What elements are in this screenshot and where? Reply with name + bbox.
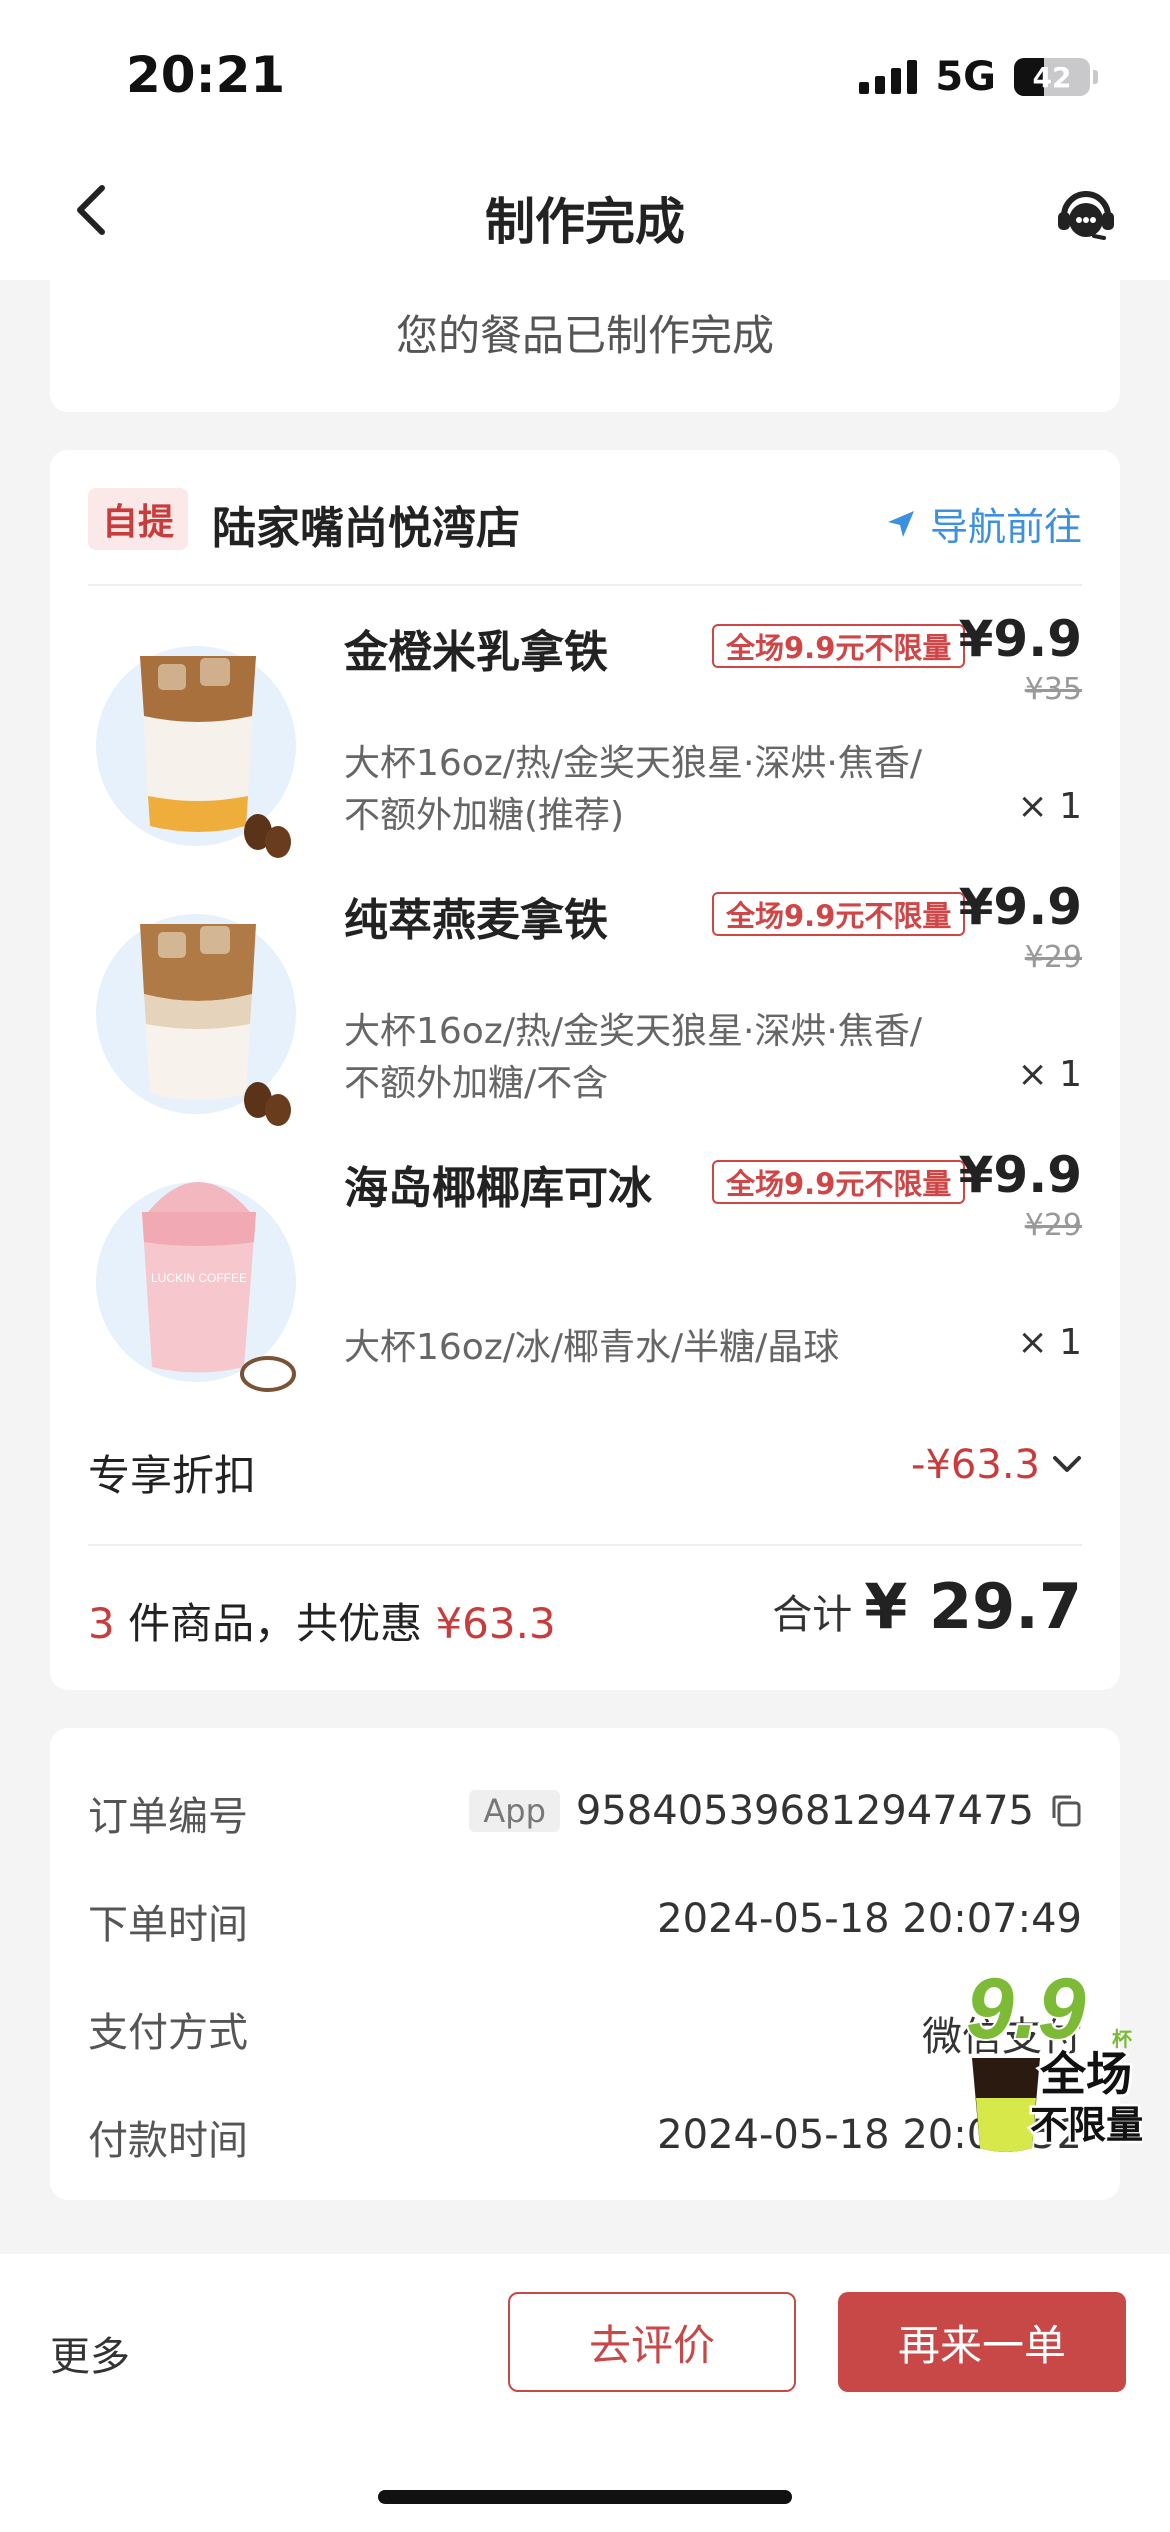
navigate-button[interactable]: 导航前往	[886, 496, 1082, 551]
promo-badge-price: 9.9	[966, 1961, 1086, 2057]
item-count-suffix: 件商品，共优惠	[114, 1599, 436, 1648]
saved-amount: ¥63.3	[435, 1599, 556, 1648]
product-item[interactable]: 纯萃燕麦拿铁 全场9.9元不限量 ¥9.9 ¥29 大杯16oz/热/金奖天狼星…	[50, 878, 1120, 1152]
spec-line: 大杯16oz/热/金奖天狼星·深烘·焦香/	[344, 743, 923, 784]
total-amount: ¥ 29.7	[864, 1570, 1082, 1643]
status-bar: 20:21 5G 42	[0, 0, 1170, 140]
review-button[interactable]: 去评价	[508, 2292, 796, 2392]
product-quantity: × 1	[1017, 786, 1082, 827]
discount-value: -¥63.3	[911, 1442, 1040, 1488]
bottom-action-bar: 更多 去评价 再来一单	[0, 2254, 1170, 2532]
network-type: 5G	[935, 54, 996, 100]
product-name: 纯萃燕麦拿铁	[344, 895, 608, 946]
home-indicator[interactable]	[378, 2490, 792, 2504]
battery-icon: 42	[1014, 58, 1098, 96]
store-name: 陆家嘴尚悦湾店	[212, 503, 520, 554]
battery-level: 42	[1032, 60, 1072, 94]
status-message: 您的餐品已制作完成	[395, 311, 774, 360]
order-info-card: 订单编号 App 958405396812947475 下单时间 2024-05…	[50, 1728, 1120, 2200]
reorder-button[interactable]: 再来一单	[838, 2292, 1126, 2392]
product-item[interactable]: 金橙米乳拿铁 全场9.9元不限量 ¥9.9 ¥35 大杯16oz/热/金奖天狼星…	[50, 610, 1120, 884]
spec-line: 大杯16oz/热/金奖天狼星·深烘·焦香/	[344, 1011, 923, 1052]
more-button[interactable]: 更多	[50, 2324, 130, 2382]
status-icons: 5G 42	[859, 54, 1098, 100]
product-quantity: × 1	[1017, 1322, 1082, 1363]
product-quantity: × 1	[1017, 1054, 1082, 1095]
signal-icon	[859, 60, 918, 94]
cup-print: LUCKIN COFFEE	[151, 1271, 247, 1285]
payment-method-label: 支付方式	[88, 2010, 248, 2056]
order-source-badge: App	[469, 1790, 560, 1832]
promo-badge-line1: 全场	[1039, 2047, 1132, 2101]
product-image-oat-latte	[96, 914, 296, 1126]
page-title: 制作完成	[485, 193, 685, 251]
product-name: 金橙米乳拿铁	[344, 627, 608, 678]
product-price: ¥9.9	[958, 878, 1082, 936]
product-spec: 大杯16oz/冰/椰青水/半糖/晶球	[344, 1322, 984, 1374]
spec-line: 不额外加糖(推荐)	[344, 795, 625, 836]
product-spec: 大杯16oz/热/金奖天狼星·深烘·焦香/ 不额外加糖(推荐)	[344, 738, 984, 842]
product-price: ¥9.9	[958, 1146, 1082, 1204]
order-number: 958405396812947475	[575, 1788, 1034, 1834]
product-original-price: ¥29	[1024, 940, 1082, 975]
product-name: 海岛椰椰库可冰	[344, 1163, 652, 1214]
divider	[88, 1544, 1082, 1546]
product-original-price: ¥35	[1024, 672, 1082, 707]
copy-icon[interactable]	[1050, 1794, 1082, 1828]
promo-tag: 全场9.9元不限量	[712, 624, 966, 668]
product-image-orange-latte	[96, 646, 296, 858]
payment-method-row: 支付方式 微信支付	[88, 2000, 1082, 2060]
status-card: 您的餐品已制作完成	[50, 250, 1120, 412]
product-original-price: ¥29	[1024, 1208, 1082, 1243]
location-arrow-icon	[887, 510, 914, 537]
customer-service-icon[interactable]	[1054, 182, 1118, 246]
order-card: 自提 陆家嘴尚悦湾店 导航前往 金橙米乳拿铁 全场9.9元不限量 ¥9.9 ¥3…	[50, 450, 1120, 1690]
product-spec: 大杯16oz/热/金奖天狼星·深烘·焦香/ 不额外加糖/不含	[344, 1006, 984, 1110]
promo-tag: 全场9.9元不限量	[712, 892, 966, 936]
payment-time-row: 付款时间 2024-05-18 20:07:52	[88, 2108, 1082, 2168]
promo-badge-line2: 不限量	[1030, 2103, 1142, 2147]
promo-floating-badge[interactable]: 9.9 杯 全场 不限量	[962, 1958, 1142, 2158]
pickup-badge: 自提	[88, 488, 188, 550]
discount-toggle[interactable]: -¥63.3	[911, 1442, 1082, 1488]
savings-summary: 3 件商品，共优惠 ¥63.3	[88, 1590, 556, 1651]
order-time-label: 下单时间	[88, 1902, 248, 1948]
chevron-down-icon	[1053, 1456, 1081, 1472]
total-label: 合计	[772, 1592, 853, 1638]
divider	[88, 584, 1082, 586]
order-number-label: 订单编号	[88, 1794, 248, 1840]
product-price: ¥9.9	[958, 610, 1082, 668]
promo-tag: 全场9.9元不限量	[712, 1160, 966, 1204]
product-item[interactable]: LUCKIN COFFEE 海岛椰椰库可冰 全场9.9元不限量 ¥9.9 ¥29…	[50, 1146, 1120, 1420]
spec-line: 不额外加糖/不含	[344, 1063, 609, 1104]
order-number-row: 订单编号 App 958405396812947475	[88, 1784, 1082, 1844]
order-time-row: 下单时间 2024-05-18 20:07:49	[88, 1892, 1082, 1952]
navigate-label: 导航前往	[929, 505, 1082, 549]
spec-line: 大杯16oz/冰/椰青水/半糖/晶球	[344, 1327, 840, 1368]
discount-label: 专享折扣	[88, 1451, 257, 1500]
status-time: 20:21	[126, 46, 286, 104]
order-total: 合计 ¥ 29.7	[772, 1570, 1082, 1643]
order-number-value: App 958405396812947475	[469, 1788, 1082, 1834]
item-count: 3	[88, 1599, 115, 1648]
product-image-coconut-frappe: LUCKIN COFFEE	[96, 1182, 296, 1392]
payment-time-label: 付款时间	[88, 2118, 248, 2164]
order-time: 2024-05-18 20:07:49	[657, 1896, 1082, 1942]
